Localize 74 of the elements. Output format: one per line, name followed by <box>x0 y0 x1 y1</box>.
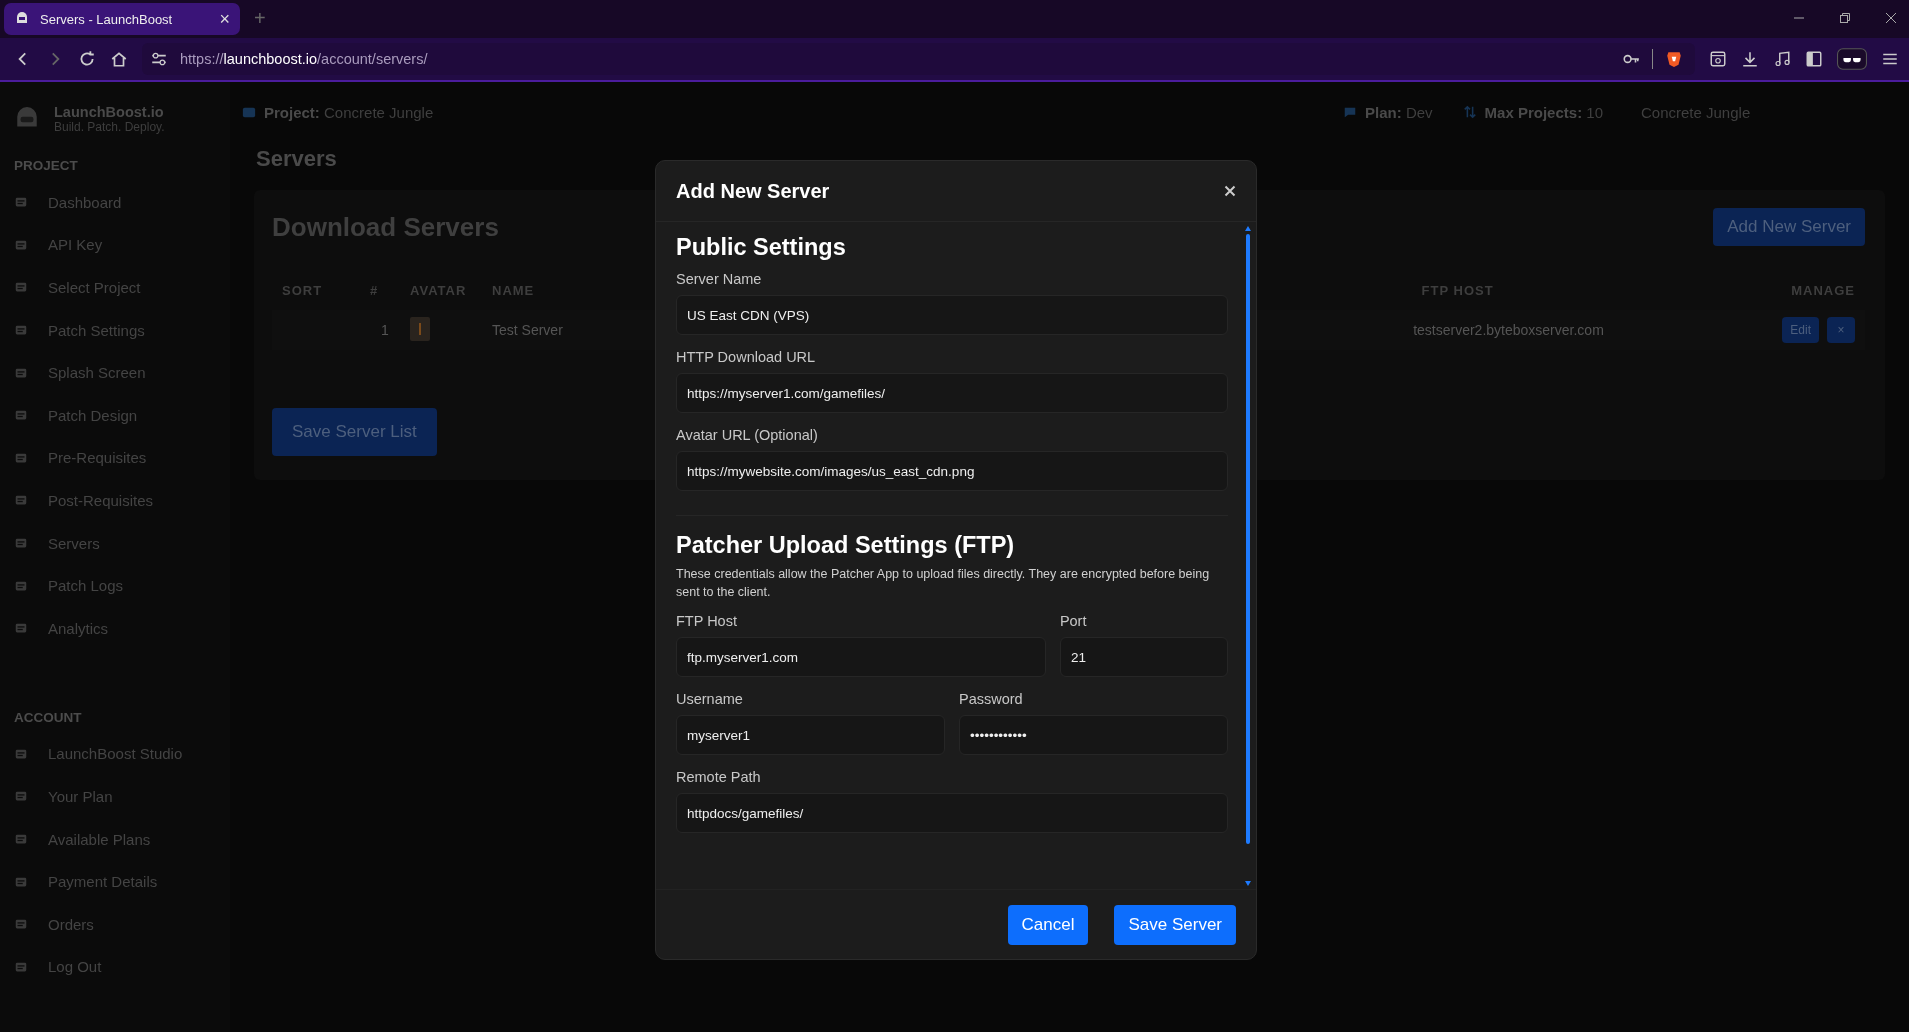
section-heading: Patcher Upload Settings (FTP) <box>676 532 1016 559</box>
glasses-icon[interactable] <box>1837 48 1867 70</box>
input-field[interactable]: •••••••••••• <box>959 715 1228 755</box>
url-text: https://launchboost.io/account/servers/ <box>180 51 428 67</box>
save-server-list-button[interactable]: Save Server List <box>272 408 437 456</box>
reader-icon[interactable] <box>1709 50 1727 68</box>
download-icon[interactable] <box>1741 50 1759 68</box>
input-field[interactable]: https://myserver1.com/gamefiles/ <box>676 373 1228 413</box>
sidebar-item[interactable]: Select Project <box>14 266 230 309</box>
home-icon[interactable] <box>110 50 128 68</box>
input-field[interactable]: myserver1 <box>676 715 945 755</box>
sidebar-item[interactable]: LaunchBoost Studio <box>14 732 230 776</box>
folder-icon <box>242 105 256 119</box>
close-icon[interactable] <box>1224 185 1236 197</box>
sidebar-heading: PROJECT <box>14 158 79 173</box>
edit-button[interactable]: Edit <box>1782 317 1819 343</box>
sidebar-item[interactable]: API Key <box>14 223 230 267</box>
field-label: Password <box>959 691 1024 707</box>
brand-name: LaunchBoost.io <box>54 104 165 120</box>
save-server-button[interactable]: Save Server <box>1114 904 1236 945</box>
sidebar-item[interactable]: Patch Settings <box>14 308 230 352</box>
sidebar-heading: ACCOUNT <box>14 709 83 725</box>
field-label: Server Name <box>676 271 763 287</box>
input-field[interactable]: https://mywebsite.com/images/us_east_cdn.png <box>676 451 1228 491</box>
delete-button[interactable]: × <box>1827 317 1855 343</box>
input-field[interactable]: httpdocs/gamefiles/ <box>676 793 1228 833</box>
sidebar-item[interactable]: Servers <box>14 521 230 565</box>
sidebar-item[interactable]: Post-Requisites <box>14 479 230 522</box>
scrollbar[interactable] <box>1244 226 1252 886</box>
restore-icon[interactable] <box>1839 12 1851 24</box>
sidebar-item[interactable]: Available Plans <box>14 817 230 861</box>
address-bar[interactable]: https://launchboost.io/account/servers/ <box>142 43 1695 75</box>
table-cell-text: Test Server <box>492 322 564 338</box>
sidebar-icon[interactable] <box>1805 50 1823 68</box>
input-field[interactable]: 21 <box>1059 637 1228 677</box>
dialog-title: Add New Server <box>676 179 830 203</box>
chat-icon <box>1343 105 1358 119</box>
sidebar-item[interactable]: Dashboard <box>14 181 230 224</box>
section-heading: Public Settings <box>676 234 847 261</box>
sidebar-item[interactable]: Patch Logs <box>14 564 230 607</box>
help-text: These credentials allow the Patcher App to upload files directly. They are encrypted before being sent to the client. <box>676 566 1211 601</box>
new-tab-button[interactable]: + <box>254 7 266 30</box>
field-label: Username <box>676 691 744 707</box>
sidebar-item[interactable]: Your Plan <box>14 775 230 818</box>
field-label: Port <box>1059 613 1088 629</box>
input-field[interactable]: ftp.myserver1.com <box>676 637 1046 677</box>
cancel-button[interactable]: Cancel <box>1007 904 1089 945</box>
sidebar-item[interactable]: Pre-Requisites <box>14 436 230 480</box>
page-title: Servers <box>256 146 338 172</box>
sidebar-item[interactable]: Log Out <box>14 945 230 989</box>
column-header: # <box>370 282 380 298</box>
broken-image-icon <box>410 316 430 341</box>
music-icon[interactable] <box>1773 50 1791 68</box>
close-icon[interactable] <box>1885 12 1897 24</box>
field-label: HTTP Download URL <box>676 349 817 365</box>
tab-title: Servers - LaunchBoost <box>40 11 174 27</box>
sidebar-item[interactable]: Orders <box>14 902 230 946</box>
sidebar-item[interactable]: Splash Screen <box>14 351 230 394</box>
sidebar-item[interactable]: Patch Design <box>14 393 230 437</box>
sidebar-item[interactable]: Payment Details <box>14 860 230 903</box>
sort-icon <box>1462 105 1477 119</box>
tab-close-button[interactable]: × <box>219 8 230 30</box>
sliders-icon[interactable] <box>150 50 168 68</box>
browser-tab[interactable]: Servers - LaunchBoost × <box>4 3 240 35</box>
add-server-button[interactable]: Add New Server <box>1713 208 1865 246</box>
field-label: FTP Host <box>676 613 738 629</box>
lion-shield-icon[interactable] <box>1665 50 1683 68</box>
table-cell-text: testserver2.byteboxserver.com <box>1413 322 1605 338</box>
field-label: Avatar URL (Optional) <box>676 427 819 443</box>
input-field[interactable]: US East CDN (VPS) <box>676 295 1228 335</box>
table-cell-text: 1 <box>380 322 390 338</box>
sidebar-item[interactable]: Analytics <box>14 606 230 650</box>
reload-icon[interactable] <box>78 50 96 68</box>
field-label: Remote Path <box>676 769 762 785</box>
